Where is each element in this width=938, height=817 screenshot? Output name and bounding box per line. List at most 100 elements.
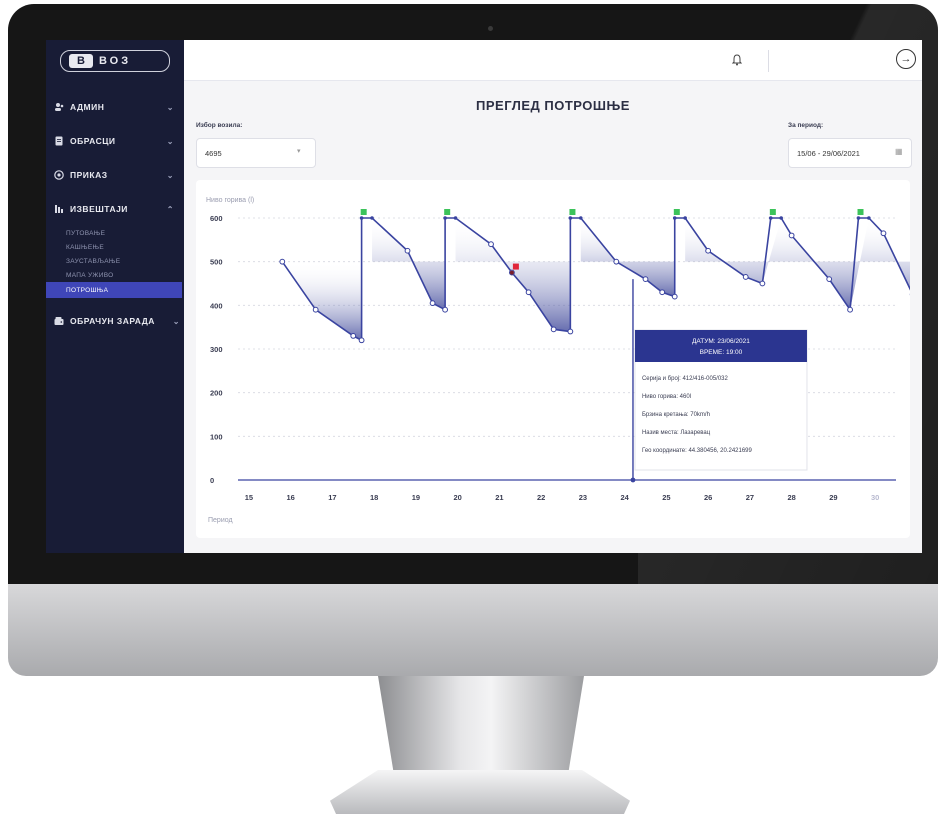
tooltip-date: ДАТУМ: 23/06/2021 — [692, 338, 750, 345]
x-tick-label: 16 — [286, 493, 294, 502]
y-tick-label: 400 — [210, 301, 223, 310]
tooltip-row: Ниво горива: 460l — [642, 394, 691, 400]
x-tick-label: 28 — [787, 493, 795, 502]
tooltip-row: Гео координате: 44.380456, 20.2421699 — [642, 448, 753, 454]
fuel-level-chart[interactable]: 0 100 200 300 400 500 600 15 16 17 18 19 20 21 22 23 24 2… — [196, 180, 916, 538]
page-title: ПРЕГЛЕД ПОТРОШЊЕ — [476, 98, 630, 113]
data-point — [550, 326, 557, 333]
x-tick-label: 17 — [328, 493, 336, 502]
data-point — [442, 306, 449, 313]
x-tick-label: 15 — [245, 493, 253, 502]
refuel-marker-icon — [857, 209, 864, 215]
chevron-down-icon: ⌄ — [166, 170, 174, 180]
data-point — [567, 328, 574, 335]
y-tick-label: 100 — [210, 432, 223, 441]
data-point — [359, 216, 364, 220]
alert-marker-icon — [512, 263, 519, 270]
y-tick-label: 500 — [210, 258, 223, 267]
data-point — [759, 280, 766, 287]
x-tick-label: 25 — [662, 493, 670, 502]
data-point — [671, 293, 678, 300]
sidebar-item-admin[interactable]: АДМИН ⌄ — [46, 90, 184, 124]
monitor-stand-base — [330, 770, 630, 814]
sidebar-item-label: ОБРАСЦИ — [70, 136, 116, 146]
data-point — [370, 216, 374, 220]
data-point — [358, 337, 365, 344]
refuel-marker-icon — [360, 209, 367, 215]
sidebar-item-view[interactable]: ПРИКАЗ ⌄ — [46, 158, 184, 192]
sidebar-item-label: АДМИН — [70, 102, 105, 112]
y-tick-label: 600 — [210, 214, 223, 223]
data-point — [880, 230, 887, 237]
wallet-icon — [54, 317, 64, 325]
data-point — [613, 258, 620, 265]
y-tick-label: 300 — [210, 345, 223, 354]
data-point — [847, 306, 853, 313]
area-fill — [372, 218, 446, 310]
sidebar-item-label: ИЗВЕШТАЈИ — [70, 204, 128, 214]
area-fill — [282, 261, 362, 341]
calendar-icon: ▦ — [895, 147, 903, 156]
top-bar: → — [184, 40, 922, 81]
data-point — [429, 300, 436, 307]
vehicle-select[interactable]: 4695 ▾ — [196, 138, 316, 168]
sidebar-subitem-delay[interactable]: КАШЊЕЊЕ — [46, 240, 184, 254]
sidebar-item-payroll[interactable]: ОБРАЧУН ЗАРАДА ⌄ — [46, 304, 184, 338]
tooltip-header — [634, 330, 807, 362]
sidebar-item-label: ОБРАЧУН ЗАРАДА — [70, 316, 155, 326]
refuel-marker-icon — [769, 209, 776, 215]
data-point — [742, 274, 749, 280]
x-tick-label: 26 — [704, 493, 712, 502]
chevron-down-icon: ⌄ — [166, 136, 174, 146]
data-point — [404, 247, 411, 254]
x-tick-label: 24 — [620, 493, 629, 502]
sidebar-subitem-consumption[interactable]: ПОТРОШЊА — [46, 282, 182, 298]
x-tick-label: 20 — [453, 493, 461, 502]
tooltip-row: Серија и број: 412/416-005/032 — [642, 376, 729, 382]
sidebar-subitem-stops[interactable]: ЗАУСТАВЉАЊЕ — [46, 254, 184, 268]
webcam — [488, 26, 493, 31]
sidebar-item-label: ПРИКАЗ — [70, 170, 108, 180]
report-icon — [55, 205, 63, 213]
x-tick-label: 19 — [412, 493, 420, 502]
topbar-divider — [768, 50, 769, 72]
data-point — [312, 306, 319, 313]
document-icon — [55, 136, 63, 146]
refuel-marker-icon — [569, 209, 576, 215]
sidebar-item-forms[interactable]: ОБРАСЦИ ⌄ — [46, 124, 184, 158]
data-point — [683, 216, 687, 220]
chevron-down-icon: ▾ — [297, 148, 301, 155]
data-point — [578, 216, 583, 220]
data-point — [867, 216, 871, 220]
bell-icon[interactable] — [732, 54, 742, 66]
data-point — [453, 216, 458, 220]
chart-card: 0 100 200 300 400 500 600 15 16 17 18 19 20 21 22 23 24 2… — [196, 180, 916, 538]
sidebar-nav: АДМИН ⌄ ОБРАСЦИ ⌄ ПРИКАЗ ⌄ ИЗВЕШТАЈИ ⌃ П… — [46, 90, 184, 338]
data-point — [279, 258, 286, 265]
chevron-up-icon: ⌃ — [166, 204, 174, 214]
logo-text: ВОЗ — [99, 55, 132, 67]
sidebar-subitem-travel[interactable]: ПУТОВАЊЕ — [46, 226, 184, 240]
tooltip-row: Брзина кретања: 70km/h — [642, 412, 710, 418]
data-point — [788, 232, 795, 239]
x-tick-label: 30 — [871, 493, 879, 502]
x-tick-label: 23 — [579, 493, 587, 502]
data-point — [350, 333, 357, 339]
chevron-down-icon: ⌄ — [166, 102, 174, 112]
sidebar-subitem-live-map[interactable]: МАПА УЖИВО — [46, 268, 184, 282]
data-point — [768, 216, 773, 220]
tooltip-row: Назив места: Лазаревац — [642, 430, 711, 436]
logout-icon[interactable]: → — [896, 49, 916, 69]
brand-logo[interactable]: B ВОЗ — [60, 50, 170, 72]
y-tick-label: 200 — [210, 389, 223, 398]
eye-icon — [54, 170, 64, 180]
x-axis-label: Период — [208, 517, 233, 524]
x-tick-label: 29 — [829, 493, 837, 502]
refuel-marker-icon — [444, 209, 451, 215]
data-point — [659, 289, 666, 296]
sidebar-item-reports[interactable]: ИЗВЕШТАЈИ ⌃ — [46, 192, 184, 226]
period-date-picker[interactable]: 15/06 - 29/06/2021 ▦ — [788, 138, 912, 168]
data-point — [856, 216, 861, 220]
y-tick-label: 0 — [210, 476, 214, 485]
monitor-stand-neck — [378, 676, 584, 778]
